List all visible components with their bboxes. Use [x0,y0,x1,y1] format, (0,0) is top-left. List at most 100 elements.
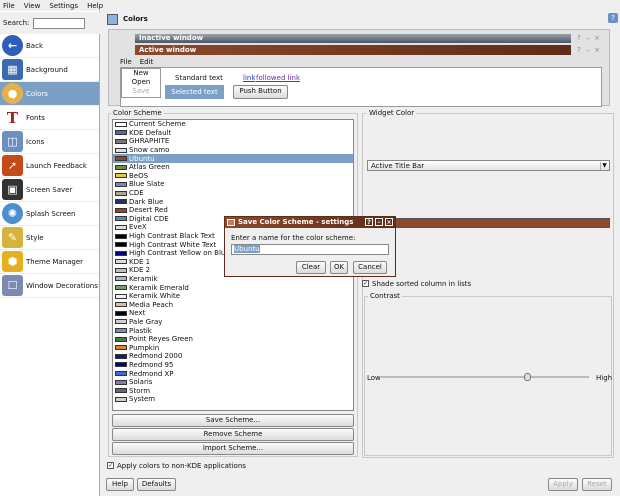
sidebar-item-theme-manager[interactable]: ⬢ Theme Manager [0,250,99,274]
dialog-cancel-button[interactable]: Cancel [353,261,387,274]
scheme-list-item[interactable]: Current Scheme [113,120,353,129]
save-scheme-button[interactable]: Save Scheme... [112,414,354,427]
sidebar-item-screen-saver[interactable]: ▣ Screen Saver [0,178,99,202]
scheme-list-item[interactable]: CDE [113,189,353,198]
scheme-list-item[interactable]: Redmond 2000 [113,352,353,361]
close-icon: × [594,46,600,54]
sidebar-item-back[interactable]: ← Back [0,34,99,58]
search-input[interactable] [33,17,86,29]
scheme-list-item[interactable]: BeOS [113,172,353,181]
scheme-list-item[interactable]: Keramik White [113,292,353,301]
sidebar-item-window-decorations[interactable]: ☐ Window Decorations [0,274,99,298]
scheme-swatch-icon [115,388,127,394]
sidebar-nav: ← Back ▦ Background ● Colors T Fonts ◫ I… [0,34,99,298]
dialog-help-icon[interactable]: ? [365,218,373,226]
scheme-list-item-label: Keramik [129,274,158,283]
scheme-list-item[interactable]: Storm [113,386,353,395]
defaults-button[interactable]: Defaults [137,478,176,491]
scheme-list-item[interactable]: Blue Slate [113,180,353,189]
scheme-list-item[interactable]: GHRAPHITE [113,137,353,146]
scheme-name-input[interactable]: Ubuntu [231,244,389,255]
widget-select[interactable]: Active Title Bar ▼ [367,160,610,171]
contrast-slider-handle[interactable] [523,373,531,381]
help-icon[interactable]: ? [608,13,618,23]
colors-icon [107,13,118,25]
palette-icon: ● [2,83,23,104]
remove-scheme-button[interactable]: Remove Scheme [112,428,354,441]
scheme-list-item[interactable]: Solaris [113,378,353,387]
shade-sorted-label: Shade sorted column in lists [372,280,472,288]
dialog-close-icon[interactable]: × [385,218,393,226]
preview-push-button: Push Button [233,85,288,99]
active-window-title: Active window [135,45,571,55]
contrast-slider-track[interactable] [381,376,589,378]
scheme-list-item[interactable]: Redmond 95 [113,361,353,370]
scheme-swatch-icon [115,164,127,170]
search-row: Search: [0,12,100,34]
contrast-high-label: High [596,374,613,382]
sidebar-item-label: Splash Screen [26,209,76,218]
sidebar-item-splash-screen[interactable]: ✺ Splash Screen [0,202,99,226]
scheme-list-item[interactable]: Ubuntu [113,154,353,163]
apply-non-kde-checkbox[interactable]: ✓ [107,462,114,469]
sidebar-item-fonts[interactable]: T Fonts [0,106,99,130]
scheme-list-item-label: Atlas Green [129,163,170,172]
scheme-list-item-label: Blue Slate [129,180,165,189]
sidebar-item-label: Fonts [26,113,45,122]
scheme-swatch-icon [115,328,127,334]
scheme-list-item-label: Keramik Emerald [129,283,189,292]
scheme-swatch-icon [115,353,127,359]
scheme-list-item[interactable]: Plastik [113,326,353,335]
shade-sorted-checkbox[interactable]: ✓ [362,280,369,287]
dialog-clear-button[interactable]: Clear [296,261,326,274]
scheme-list-item[interactable]: Keramik Emerald [113,283,353,292]
scheme-list-item[interactable]: Next [113,309,353,318]
help-button[interactable]: Help [106,478,134,491]
scheme-list-item[interactable]: Pale Gray [113,318,353,327]
dialog-ok-button[interactable]: OK [330,261,348,274]
scheme-list-item-label: Keramik White [129,292,181,301]
help-icon: ? [577,34,581,42]
sidebar-item-label: Back [26,41,43,50]
scheme-list-item-label: Pale Gray [129,317,163,326]
sidebar-item-icons[interactable]: ◫ Icons [0,130,99,154]
scheme-list-item-label: Media Peach [129,300,174,309]
scheme-list-item[interactable]: Point Reyes Green [113,335,353,344]
scheme-list-item[interactable]: Snow camo [113,146,353,155]
sidebar-item-style[interactable]: ✎ Style [0,226,99,250]
preview-selected-text: Selected text [165,85,224,99]
scheme-list-item[interactable]: Desert Red [113,206,353,215]
scheme-list-item[interactable]: KDE Default [113,129,353,138]
scheme-list-item-label: High Contrast White Text [129,240,217,249]
scheme-list-item[interactable]: Atlas Green [113,163,353,172]
menu-help[interactable]: Help [87,2,103,10]
sidebar-item-launch-feedback[interactable]: ➚ Launch Feedback [0,154,99,178]
scheme-list-item[interactable]: Redmond XP [113,369,353,378]
apply-button[interactable]: Apply [548,478,578,491]
reset-button[interactable]: Reset [582,478,612,491]
sidebar-item-label: Launch Feedback [26,161,87,170]
scheme-list-item[interactable]: Dark Blue [113,197,353,206]
scheme-list-item[interactable]: Media Peach [113,300,353,309]
scheme-list-item-label: Redmond XP [129,369,174,378]
dialog-minimize-icon[interactable]: – [375,218,383,226]
scheme-list-item-label: High Contrast Yellow on Blue [129,249,230,258]
import-scheme-button[interactable]: Import Scheme... [112,442,354,455]
menu-settings[interactable]: Settings [49,2,78,10]
menu-view[interactable]: View [24,2,41,10]
preview-list-item: Save [132,87,150,95]
preview-standard-text: Standard text [175,74,223,82]
preview-link: link [243,74,256,82]
scheme-swatch-icon [115,156,127,162]
widget-color-swatch[interactable] [367,218,610,228]
sidebar-item-background[interactable]: ▦ Background [0,58,99,82]
scheme-list-item[interactable]: System [113,395,353,404]
style-icon: ✎ [2,227,23,248]
scheme-swatch-icon [115,267,127,273]
sidebar-item-colors[interactable]: ● Colors [0,82,99,106]
preview-list-item: Open [131,78,151,86]
menu-file[interactable]: File [3,2,15,10]
scheme-list-item[interactable]: Pumpkin [113,343,353,352]
scheme-swatch-icon [115,259,127,265]
contrast-legend: Contrast [368,292,402,300]
